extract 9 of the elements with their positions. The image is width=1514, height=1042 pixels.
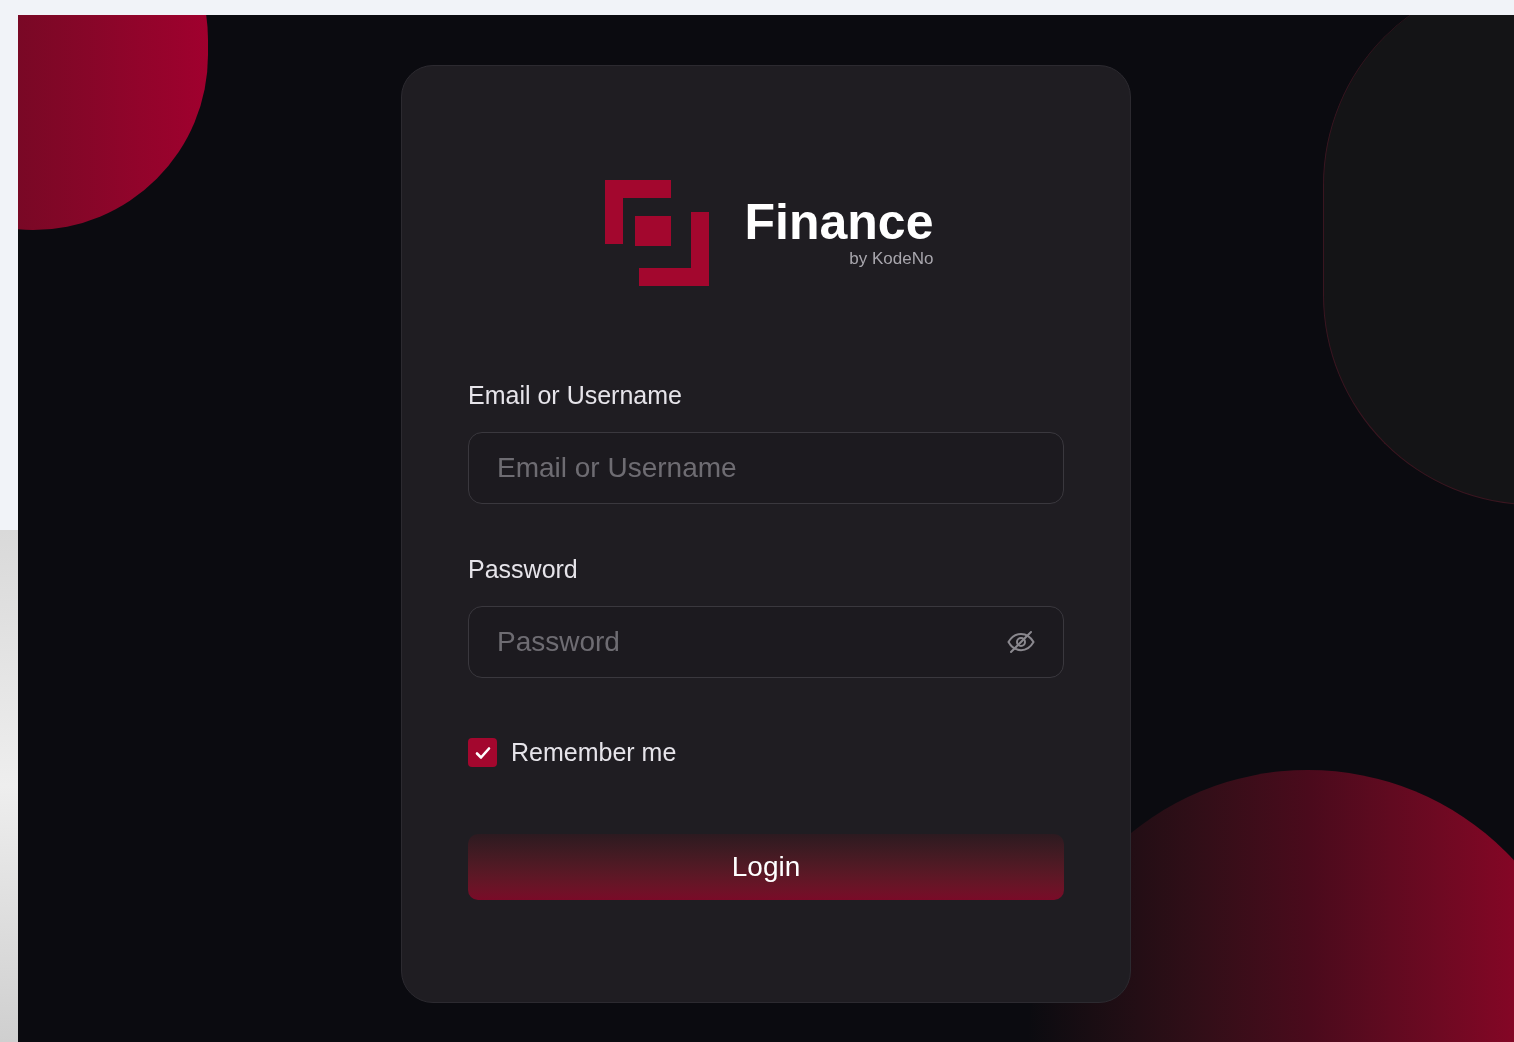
brand-tagline: by KodeNo [849,249,934,269]
password-field[interactable]: Password [468,606,1064,678]
field-label: Email or Username [468,380,683,410]
remember-checkbox[interactable] [468,738,497,768]
email-field[interactable]: Email or Username [468,432,1064,504]
login-button[interactable]: Login [468,833,1064,900]
field-label: Password [468,554,579,584]
brand-name: Finance [744,195,934,249]
remember-label: Remember me [511,737,677,768]
